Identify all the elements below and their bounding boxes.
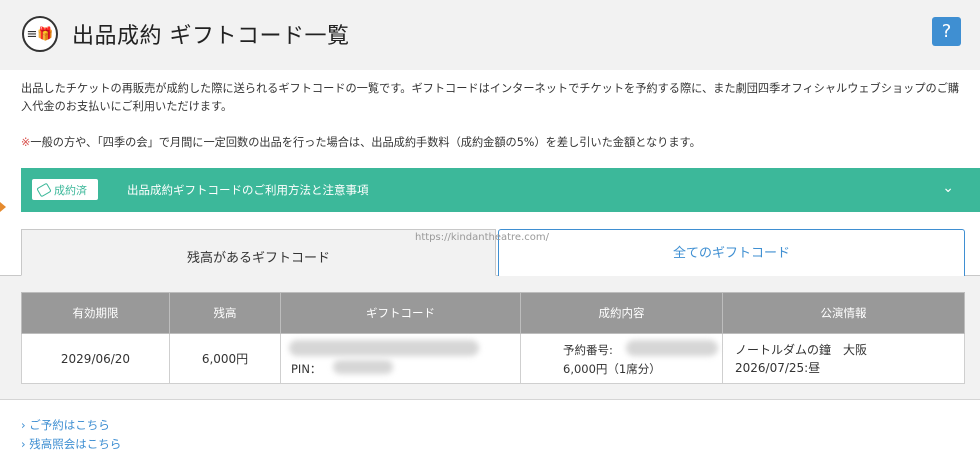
page-title: 出品成約 ギフトコード一覧 bbox=[72, 24, 350, 49]
notice-mark: ※ bbox=[21, 136, 31, 149]
badge-label: 成約済 bbox=[54, 183, 87, 197]
pin-label: PIN： bbox=[291, 362, 322, 376]
page-header: ≡🎁 出品成約 ギフトコード一覧 ? bbox=[0, 0, 980, 70]
redacted-pin bbox=[333, 360, 393, 374]
contracted-badge: 成約済 bbox=[32, 179, 98, 200]
reservation-amount: 6,000円（1席分） bbox=[563, 362, 661, 376]
tab-all-codes[interactable]: 全てのギフトコード bbox=[498, 229, 965, 276]
cell-performance: ノートルダムの鐘 大阪 2026/07/25:昼 bbox=[722, 333, 965, 384]
header-contract: 成約内容 bbox=[520, 292, 723, 334]
header-balance: 残高 bbox=[169, 292, 281, 334]
main-content: 出品したチケットの再販売が成約した際に送られるギフトコードの一覧です。ギフトコー… bbox=[0, 70, 980, 462]
help-button[interactable]: ? bbox=[932, 17, 961, 46]
header-performance: 公演情報 bbox=[722, 292, 965, 334]
cell-gift-code: PIN： bbox=[280, 333, 521, 384]
performance-date: 2026/07/25:昼 bbox=[735, 360, 821, 375]
notice-text: ※一般の方や、「四季の会」で月間に一定回数の出品を行った場合は、出品成約手数料（… bbox=[21, 134, 961, 150]
performance-title: ノートルダムの鐘 大阪 bbox=[735, 342, 868, 357]
redacted-reservation-number bbox=[626, 340, 718, 356]
watermark: https://kindantheatre.com/ bbox=[415, 232, 549, 243]
balance-inquiry-link[interactable]: › 残高照会はこちら bbox=[21, 435, 121, 454]
chevron-down-icon[interactable]: ⌄ bbox=[942, 180, 954, 196]
reservation-label: 予約番号: bbox=[563, 343, 613, 357]
usage-accordion[interactable]: 成約済 出品成約ギフトコードのご利用方法と注意事項 ⌄ bbox=[21, 168, 980, 212]
header-gift-code: ギフトコード bbox=[280, 292, 521, 334]
cell-expiry: 2029/06/20 bbox=[21, 333, 170, 384]
reservation-link[interactable]: › ご予約はこちら bbox=[21, 416, 121, 435]
side-arrow-icon bbox=[0, 202, 6, 212]
redacted-code bbox=[289, 340, 479, 356]
footer-links: › ご予約はこちら › 残高照会はこちら bbox=[21, 416, 121, 454]
header-expiry: 有効期限 bbox=[21, 292, 170, 334]
gift-code-table: 有効期限 残高 ギフトコード 成約内容 公演情報 2029/06/20 6,00… bbox=[21, 292, 965, 384]
table-panel: 有効期限 残高 ギフトコード 成約内容 公演情報 2029/06/20 6,00… bbox=[0, 276, 980, 400]
intro-text: 出品したチケットの再販売が成約した際に送られるギフトコードの一覧です。ギフトコー… bbox=[21, 82, 960, 113]
tag-icon bbox=[36, 182, 52, 197]
cell-contract: 予約番号: 6,000円（1席分） bbox=[520, 333, 723, 384]
gift-list-icon: ≡🎁 bbox=[22, 16, 58, 52]
table-header-row: 有効期限 残高 ギフトコード 成約内容 公演情報 bbox=[21, 292, 965, 334]
table-row: 2029/06/20 6,000円 PIN： 予約番号: 6,000円（1席分）… bbox=[21, 333, 965, 384]
accordion-label: 出品成約ギフトコードのご利用方法と注意事項 bbox=[127, 183, 369, 197]
cell-balance: 6,000円 bbox=[169, 333, 281, 384]
notice-body: 一般の方や、「四季の会」で月間に一定回数の出品を行った場合は、出品成約手数料（成… bbox=[30, 136, 701, 149]
